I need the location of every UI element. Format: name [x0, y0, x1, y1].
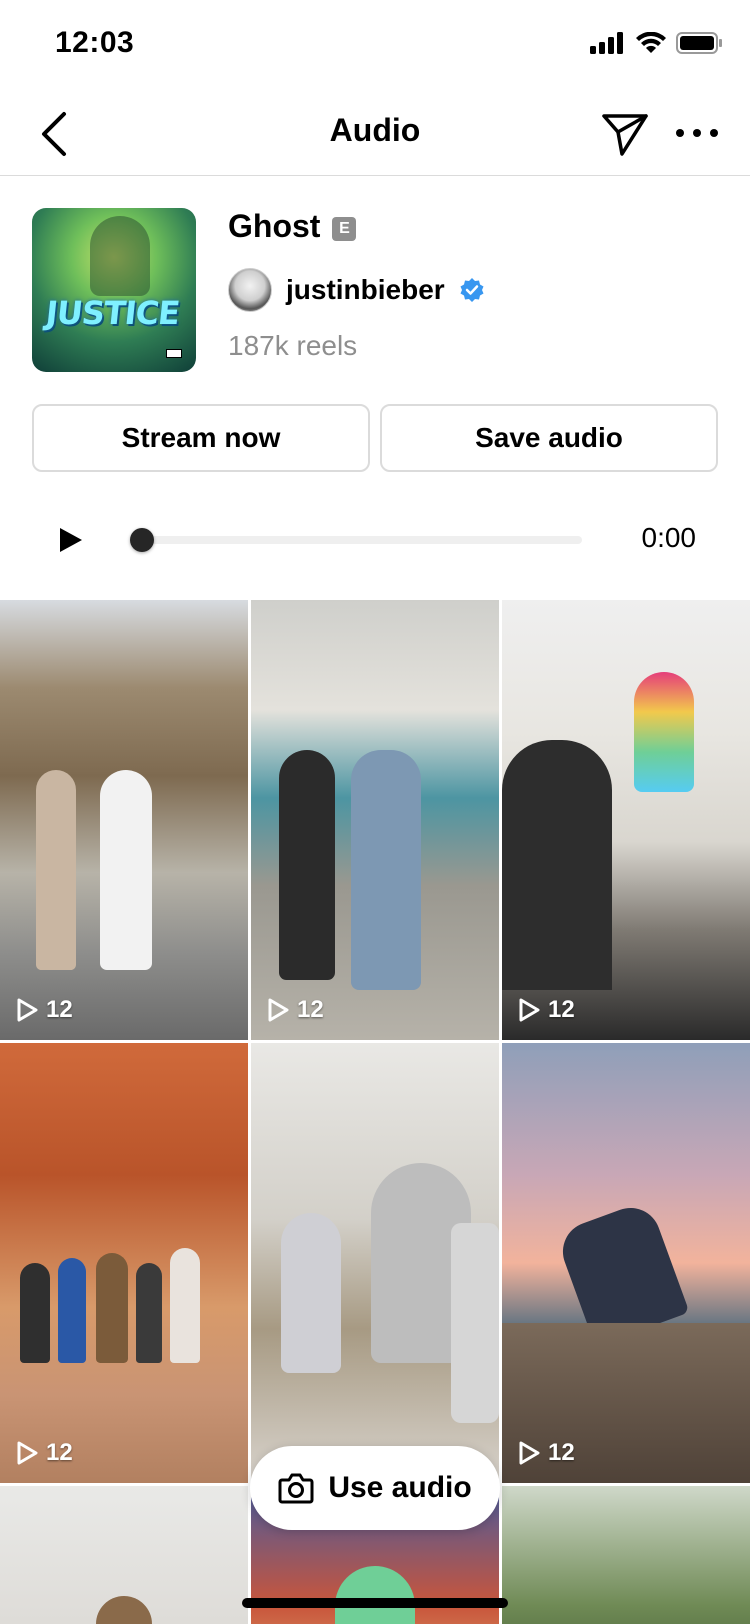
tile-figure	[351, 750, 421, 990]
album-art-logo: JUSTICE	[44, 294, 182, 332]
use-audio-label: Use audio	[328, 1471, 472, 1504]
tile-figure	[502, 740, 612, 990]
play-outline-icon	[17, 998, 38, 1022]
more-horizontal-icon[interactable]	[672, 118, 722, 148]
reel-tile[interactable]	[251, 1043, 499, 1483]
stream-now-button[interactable]: Stream now	[32, 404, 370, 472]
reel-play-count-value: 12	[46, 996, 73, 1023]
artist-row[interactable]: justinbieber	[228, 268, 485, 312]
track-title: Ghost	[228, 208, 321, 244]
tile-figure	[634, 672, 694, 792]
album-art: JUSTICE	[32, 208, 196, 372]
tile-figure	[451, 1223, 499, 1423]
home-indicator[interactable]	[242, 1598, 508, 1608]
signal-icon	[590, 32, 623, 54]
reel-play-count-value: 12	[548, 996, 575, 1023]
tile-figure	[170, 1248, 200, 1363]
tile-figure	[96, 1253, 128, 1363]
audio-time: 0:00	[641, 522, 697, 553]
tile-figure	[96, 1596, 152, 1624]
reel-tile[interactable]: 12	[0, 1043, 248, 1483]
camera-icon	[278, 1473, 314, 1504]
artist-name[interactable]: justinbieber	[286, 274, 445, 306]
save-audio-button[interactable]: Save audio	[380, 404, 718, 472]
nav-bar: Audio	[0, 90, 750, 176]
tile-figure	[136, 1263, 162, 1363]
album-art-figure	[90, 216, 150, 296]
tile-figure	[281, 1213, 341, 1373]
reel-tile[interactable]: 12	[502, 600, 750, 1040]
tile-figure	[36, 770, 76, 970]
reel-play-count: 12	[16, 1439, 73, 1467]
reel-tile[interactable]	[502, 1486, 750, 1624]
reel-tile[interactable]: 12	[0, 600, 248, 1040]
verified-icon	[460, 278, 484, 302]
play-outline-icon	[519, 998, 540, 1022]
status-icons	[590, 32, 722, 54]
play-outline-icon	[519, 1441, 540, 1465]
tile-figure	[279, 750, 335, 980]
audio-progress-knob[interactable]	[130, 528, 154, 552]
reel-tile[interactable]	[0, 1486, 248, 1624]
status-time: 12:03	[55, 26, 135, 59]
parental-advisory-badge	[166, 349, 182, 358]
reel-play-count: 12	[267, 996, 324, 1024]
reel-play-count: 12	[518, 1439, 575, 1467]
reel-tile[interactable]: 12	[251, 600, 499, 1040]
paper-plane-icon[interactable]	[600, 108, 650, 158]
explicit-badge: E	[332, 216, 357, 241]
play-outline-icon	[268, 998, 289, 1022]
reel-play-count-value: 12	[297, 996, 324, 1023]
tile-figure	[20, 1263, 50, 1363]
play-icon[interactable]	[56, 526, 84, 554]
reel-count: 187k reels	[228, 330, 358, 361]
tile-figure	[100, 770, 152, 970]
tile-figure	[58, 1258, 86, 1363]
use-audio-button[interactable]: Use audio	[250, 1446, 500, 1530]
reel-tile[interactable]: 12	[502, 1043, 750, 1483]
reel-play-count: 12	[16, 996, 73, 1024]
avatar[interactable]	[228, 268, 272, 312]
reel-play-count: 12	[518, 996, 575, 1024]
battery-icon	[676, 32, 722, 54]
play-outline-icon	[17, 1441, 38, 1465]
status-bar: 12:03	[0, 0, 750, 90]
track-title-row: Ghost E	[228, 208, 357, 245]
reel-play-count-value: 12	[548, 1439, 575, 1466]
reel-play-count-value: 12	[46, 1439, 73, 1466]
wifi-icon	[636, 32, 666, 53]
audio-progress-track[interactable]	[142, 536, 582, 544]
tile-figure	[335, 1566, 415, 1624]
